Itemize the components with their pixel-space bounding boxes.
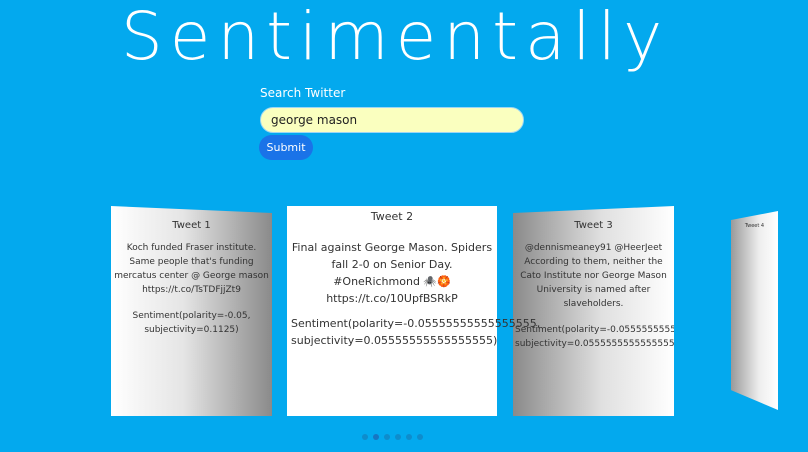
search-input[interactable] [260, 107, 524, 133]
tweet-carousel: Tweet 1 Koch funded Fraser institute. Sa… [0, 200, 808, 420]
tweet-sentiment: Sentiment(polarity=-0.05, subjectivity=0… [132, 311, 251, 335]
tweet-card-active[interactable]: Tweet 2 Final against George Mason. Spid… [287, 206, 541, 416]
submit-button[interactable]: Submit [259, 135, 313, 160]
tweet-title: Tweet 4 [744, 223, 765, 229]
tweet-text: @dennismeaney91 @HeerJeet According to t… [520, 243, 667, 309]
tweet-title: Tweet 1 [172, 220, 211, 231]
tweet-title: Tweet 2 [370, 210, 414, 223]
tweet-text: Koch funded Fraser institute. Same peopl… [114, 243, 269, 295]
pagination-dot[interactable] [406, 434, 412, 440]
carousel-pagination [362, 434, 423, 442]
pagination-dot[interactable] [395, 434, 401, 440]
tweet-card[interactable]: Tweet 3 @dennismeaney91 @HeerJeet Accord… [513, 206, 674, 416]
pagination-dot[interactable] [384, 434, 390, 440]
tweet-sentiment: Sentiment(polarity=-0.05555555555555555,… [291, 317, 541, 347]
app-title: Sentimentally [120, 0, 670, 75]
tweet-card[interactable]: Tweet 4 [731, 211, 778, 410]
tweet-card[interactable]: Tweet 1 Koch funded Fraser institute. Sa… [111, 206, 272, 416]
pagination-dot[interactable] [417, 434, 423, 440]
tweet-title: Tweet 3 [574, 220, 613, 231]
search-label: Search Twitter [260, 86, 346, 100]
pagination-dot[interactable] [373, 434, 379, 440]
tweet-text: Final against George Mason. Spiders fall… [291, 241, 493, 305]
pagination-dot[interactable] [362, 434, 368, 440]
